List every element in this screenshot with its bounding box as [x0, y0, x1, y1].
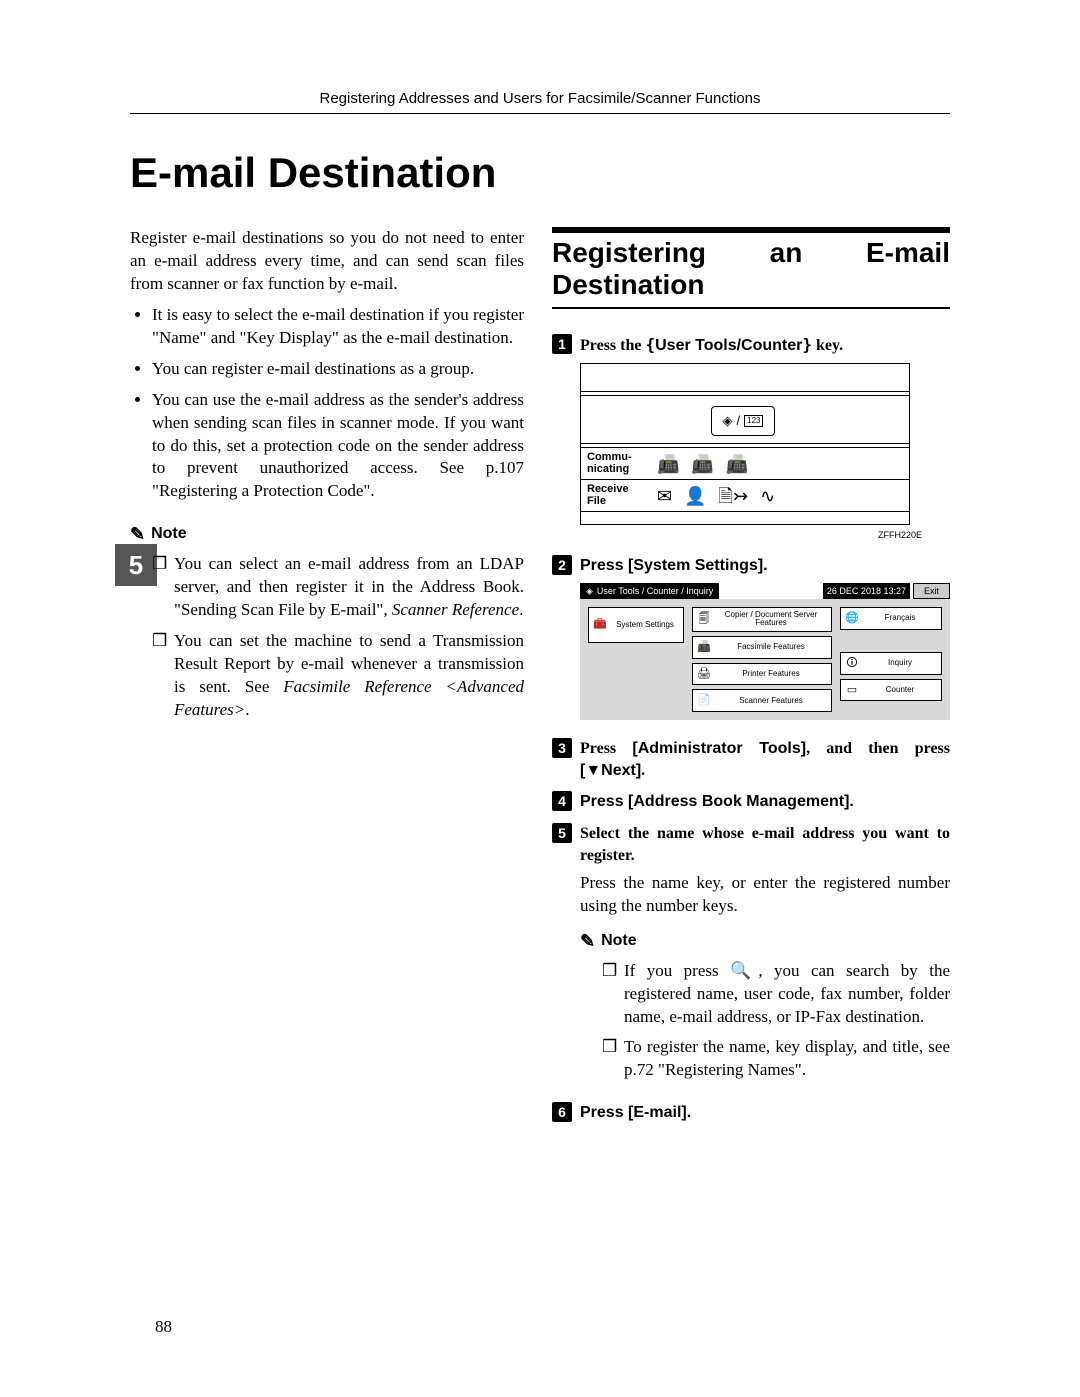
pencil-icon: ✎ [580, 932, 595, 950]
step-number-3: 3 [552, 738, 572, 758]
section-heading: Registering an E-mail Destination [552, 227, 950, 309]
note2-item-1: If you press 🔍, you can search by the re… [602, 960, 950, 1029]
step-3: 3 Press [Administrator Tools], and then … [552, 738, 950, 781]
step-3-post: . [641, 762, 645, 779]
exit-button: Exit [913, 583, 950, 599]
toolbox-icon: 🧰 [593, 617, 607, 632]
note-1-ital: Scanner Reference [392, 600, 519, 619]
scanner-features-button: 📄 Scanner Features [692, 689, 832, 712]
note-label: Note [151, 523, 187, 545]
note-item-1: You can select an e-mail address from an… [152, 553, 524, 622]
diamond-icon: ◈ [723, 412, 733, 430]
screen-datetime: 26 DEC 2018 13:27 [823, 583, 910, 599]
step-1: 1 Press the {User Tools/Counter} key. [552, 334, 950, 357]
note-2-post: . [245, 700, 249, 719]
step-3-b1: [Administrator Tools] [632, 740, 806, 757]
step-5-body: Press the name key, or enter the registe… [580, 872, 950, 918]
step-3-pre: Press [580, 740, 632, 757]
waveform-icon: ∿ [760, 487, 775, 505]
left-column: Register e-mail destinations so you do n… [130, 227, 524, 1130]
intro-bullets: It is easy to select the e-mail destinat… [130, 304, 524, 504]
language-label: Français [863, 614, 937, 622]
step-4-text: Press [Address Book Management]. [580, 793, 854, 810]
system-settings-label: System Settings [611, 621, 679, 629]
copier-features-label: Copier / Document Server Features [715, 611, 827, 628]
step-5-text: Select the name whose e-mail address you… [580, 825, 950, 864]
chapter-tab: 5 [115, 544, 157, 586]
printer-features-label: Printer Features [715, 670, 827, 678]
right-column: Registering an E-mail Destination 1 Pres… [552, 227, 950, 1130]
figure-control-panel: ◈/123 Commu- nicating 📠 📠 📠 Receive File [580, 363, 910, 525]
language-button: 🌐 Français [840, 607, 942, 630]
printer-icon: 🖨 [697, 667, 711, 682]
user-tools-counter-key-icon: ◈/123 [711, 406, 775, 436]
step-3-mid: , and then press [806, 740, 950, 757]
note-item-2: You can set the machine to send a Transm… [152, 630, 524, 722]
counter-button: ▭ Counter [840, 679, 942, 702]
counter-123-icon: 123 [744, 415, 763, 428]
note-list-2: If you press 🔍, you can search by the re… [580, 960, 950, 1083]
intro-paragraph: Register e-mail destinations so you do n… [130, 227, 524, 296]
step-6: 6 Press [E-mail]. [552, 1102, 950, 1124]
counter-icon: ▭ [845, 683, 859, 698]
globe-icon: 🌐 [845, 611, 859, 626]
note-label-2: Note [601, 930, 637, 952]
copier-features-button: 🗐 Copier / Document Server Features [692, 607, 832, 632]
screen-breadcrumb: User Tools / Counter / Inquiry [597, 585, 713, 597]
pencil-icon: ✎ [130, 525, 145, 543]
note-1-post: . [519, 600, 523, 619]
counter-label: Counter [863, 686, 937, 694]
fax-features-label: Facsimile Features [715, 643, 827, 651]
step-1-text: Press the {User Tools/Counter} key. [580, 337, 843, 354]
running-header: Registering Addresses and Users for Facs… [130, 90, 950, 107]
note-list: You can select an e-mail address from an… [130, 553, 524, 722]
step-5: 5 Select the name whose e-mail address y… [552, 823, 950, 866]
step-6-text: Press [E-mail]. [580, 1104, 691, 1121]
fax-in-icon: 📠 [691, 455, 713, 473]
page-title: E-mail Destination [130, 149, 950, 197]
inquiry-button: 🛈 Inquiry [840, 652, 942, 675]
bullet-3: You can use the e-mail address as the se… [152, 389, 524, 504]
document-arrow-icon: 🗎↣ [719, 487, 749, 505]
step-number-6: 6 [552, 1102, 572, 1122]
printer-features-button: 🖨 Printer Features [692, 663, 832, 686]
inquiry-label: Inquiry [863, 659, 937, 667]
bullet-1: It is easy to select the e-mail destinat… [152, 304, 524, 350]
communicating-label: Commu- nicating [587, 452, 647, 475]
step-1-key: User Tools/Counter [655, 337, 802, 354]
header-rule [130, 113, 950, 114]
figure-1-code: ZFFH220E [552, 529, 922, 541]
diamond-icon: ◈ [586, 585, 593, 597]
bullet-2: You can register e-mail destinations as … [152, 358, 524, 381]
scanner-features-label: Scanner Features [715, 697, 827, 705]
copier-icon: 🗐 [697, 612, 711, 627]
step-1-pre: Press the [580, 337, 645, 354]
step-2-text: Press [System Settings]. [580, 557, 768, 574]
page-number: 88 [155, 1317, 172, 1337]
fax-icon: 📠 [697, 640, 711, 655]
figure-user-tools-screen: ◈ User Tools / Counter / Inquiry 26 DEC … [580, 583, 950, 720]
note-heading-2: ✎ Note [580, 930, 950, 952]
fax-features-button: 📠 Facsimile Features [692, 636, 832, 659]
fax-out-icon: 📠 [657, 455, 679, 473]
note2-item-2: To register the name, key display, and t… [602, 1036, 950, 1082]
step-1-post: key. [812, 337, 843, 354]
step-number-4: 4 [552, 791, 572, 811]
step-number-5: 5 [552, 823, 572, 843]
step-2: 2 Press [System Settings]. [552, 555, 950, 577]
mail-icon: ✉ [657, 487, 672, 505]
step-3-b2: [▼Next] [580, 762, 641, 779]
step-number-1: 1 [552, 334, 572, 354]
info-icon: 🛈 [845, 656, 859, 671]
step-3-text: Press [Administrator Tools], and then pr… [580, 740, 950, 779]
fax-icon: 📠 [726, 455, 748, 473]
receive-file-label: Receive File [587, 484, 647, 507]
person-icon: 👤 [684, 487, 706, 505]
note-heading: ✎ Note [130, 523, 524, 545]
system-settings-button: 🧰 System Settings [588, 607, 684, 643]
step-number-2: 2 [552, 555, 572, 575]
step-4: 4 Press [Address Book Management]. [552, 791, 950, 813]
scanner-icon: 📄 [697, 693, 711, 708]
